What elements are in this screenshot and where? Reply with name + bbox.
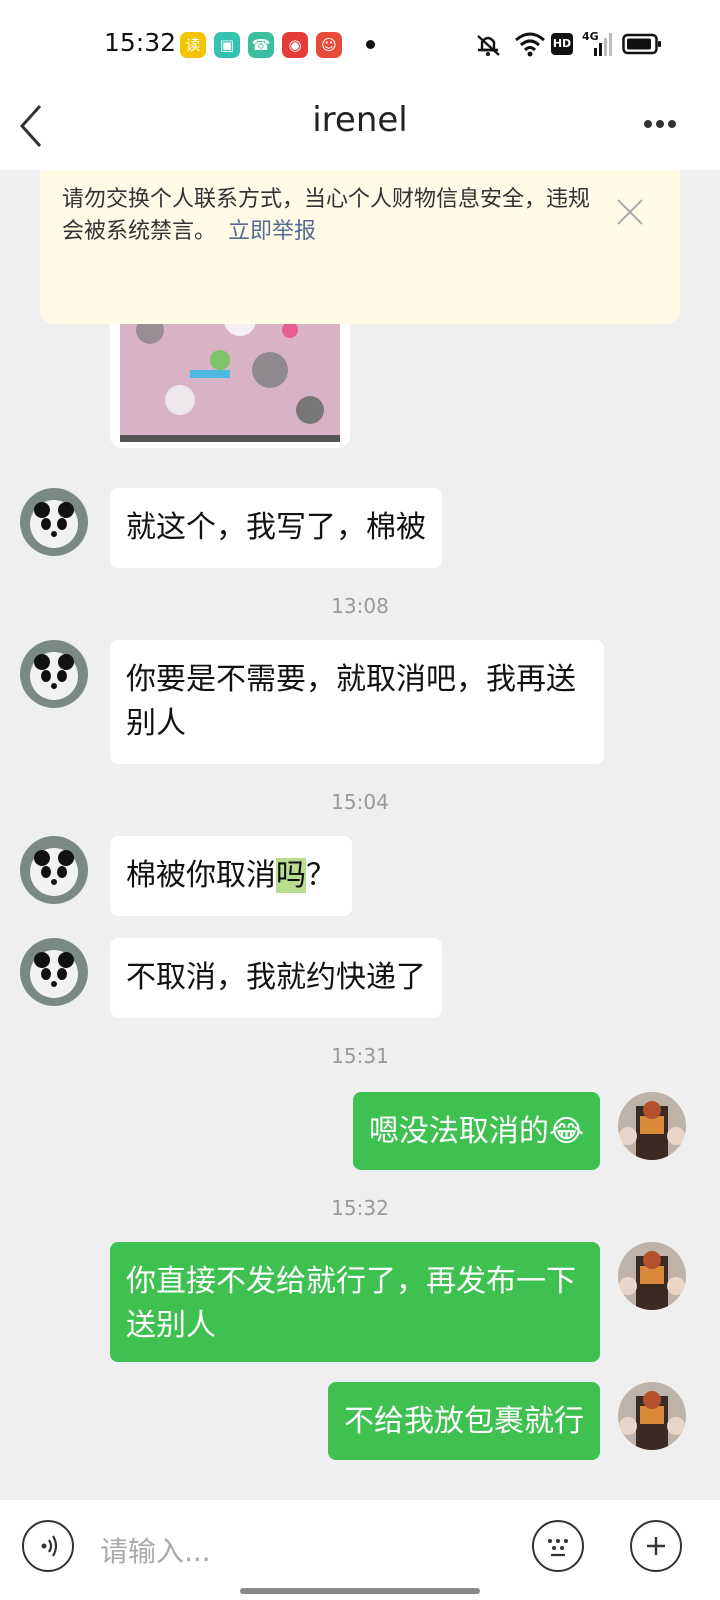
- hd-badge: HD: [551, 33, 573, 55]
- message-input[interactable]: 请输入...: [100, 1530, 211, 1570]
- message-text: 嗯没法取消的: [368, 1114, 549, 1149]
- voice-icon: [41, 1535, 58, 1557]
- chat-title: irenel: [312, 100, 408, 140]
- notice-text: 请勿交换个人联系方式，当心个人财物信息安全，违规会被系统禁言。 立即举报: [62, 184, 602, 248]
- close-icon[interactable]: [612, 194, 648, 230]
- message-bubble-outgoing[interactable]: 你直接不发给就行了，再发布一下送别人: [110, 1242, 600, 1362]
- message-text: 棉被你取消: [126, 858, 276, 893]
- input-bar: 请输入...: [0, 1500, 720, 1600]
- highlighted-text: 吗: [276, 858, 306, 893]
- app-icon-teal-square: ▣: [214, 32, 240, 58]
- plus-icon: [647, 1537, 665, 1555]
- safety-notice-banner: 请勿交换个人联系方式，当心个人财物信息安全，违规会被系统禁言。 立即举报: [40, 170, 680, 324]
- message-bubble-incoming[interactable]: 就这个，我写了，棉被: [110, 488, 442, 568]
- app-icon-netease-music: ◉: [282, 32, 308, 58]
- message-bubble-incoming[interactable]: 棉被你取消吗？: [110, 836, 352, 916]
- message-bubble-outgoing[interactable]: 嗯没法取消的😂: [352, 1092, 600, 1170]
- avatar-self[interactable]: [618, 1242, 686, 1310]
- more-actions-button[interactable]: [630, 1520, 682, 1572]
- avatar-self[interactable]: [618, 1092, 686, 1160]
- battery-icon: [622, 33, 661, 55]
- message-bubble-incoming[interactable]: 你要是不需要，就取消吧，我再送别人: [110, 640, 604, 764]
- chat-header: irenel: [0, 88, 720, 170]
- avatar-contact[interactable]: [20, 836, 88, 904]
- status-time: 15:32: [104, 28, 177, 57]
- wifi-icon: [515, 32, 545, 57]
- laugh-cry-emoji-icon: 😂: [548, 1114, 584, 1149]
- more-options-button[interactable]: [640, 104, 700, 144]
- avatar-self[interactable]: [618, 1382, 686, 1450]
- avatar-contact[interactable]: [20, 938, 88, 1006]
- message-bubble-incoming[interactable]: 不取消，我就约快递了: [110, 938, 442, 1018]
- notice-message: 请勿交换个人联系方式，当心个人财物信息安全，违规会被系统禁言。: [62, 187, 591, 244]
- app-icon-red-mascot: ☺: [316, 32, 342, 58]
- avatar-contact[interactable]: [20, 488, 88, 556]
- keyboard-icon: [548, 1539, 568, 1557]
- home-indicator[interactable]: [240, 1588, 480, 1594]
- avatar-contact[interactable]: [20, 640, 88, 708]
- message-list[interactable]: 请勿交换个人联系方式，当心个人财物信息安全，违规会被系统禁言。 立即举报 就这个，…: [0, 170, 720, 1500]
- voice-input-button[interactable]: [22, 1520, 74, 1572]
- timestamp: 15:04: [331, 790, 389, 814]
- report-link[interactable]: 立即举报: [228, 219, 316, 244]
- timestamp: 15:32: [331, 1196, 389, 1220]
- app-icon-yellow: 读: [180, 32, 206, 58]
- timestamp: 15:31: [331, 1044, 389, 1068]
- mute-icon: [477, 35, 500, 56]
- emoji-button[interactable]: [532, 1520, 584, 1572]
- message-text: ？: [306, 858, 336, 893]
- signal-icon: [594, 33, 612, 56]
- message-bubble-outgoing[interactable]: 不给我放包裹就行: [328, 1382, 600, 1460]
- status-bar: 15:32 读 ▣ ☎ ◉ ☺ HD 4G: [0, 0, 720, 88]
- more-notifications-dot: [366, 40, 375, 49]
- timestamp: 13:08: [331, 594, 389, 618]
- app-icon-phone: ☎: [248, 32, 274, 58]
